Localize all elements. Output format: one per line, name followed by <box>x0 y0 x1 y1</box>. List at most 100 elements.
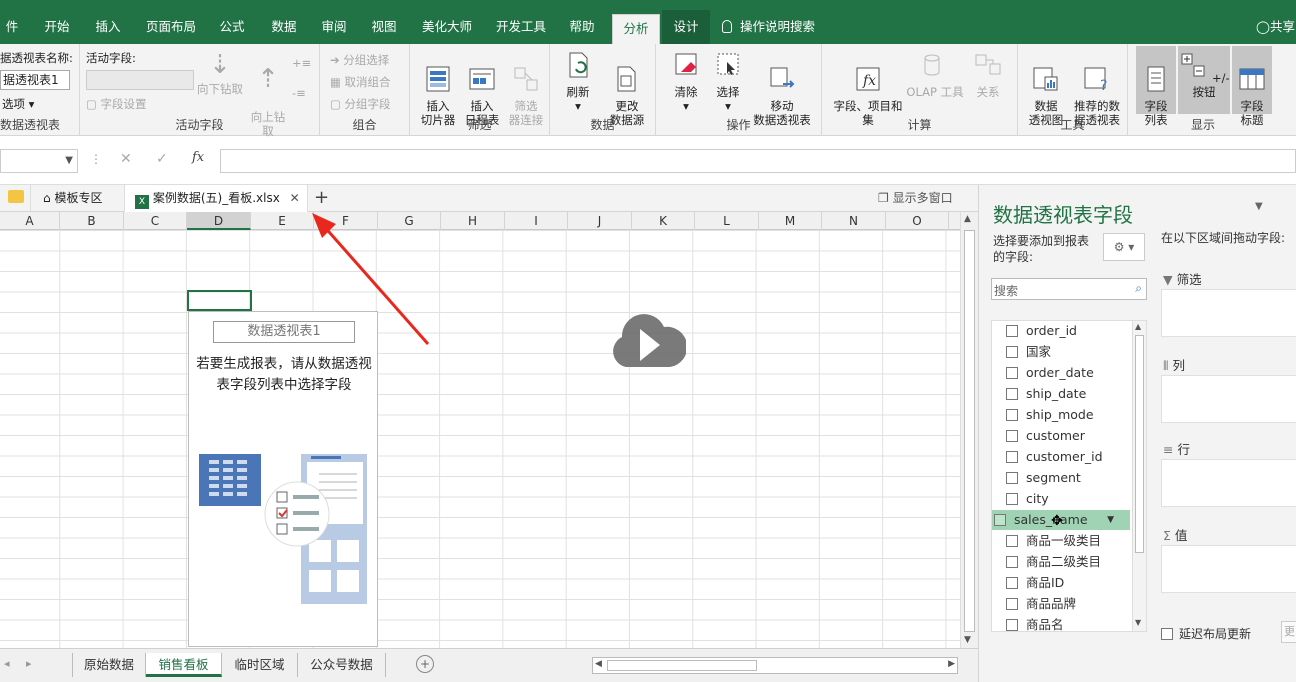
field-list-scrollbar[interactable]: ▲ ▼ <box>1132 321 1146 631</box>
scroll-down-icon[interactable]: ▼ <box>964 635 971 645</box>
field-headers-toggle[interactable]: 字段 标题 <box>1232 46 1272 127</box>
field-item[interactable]: 商品ID <box>1006 573 1144 593</box>
scroll-left-icon[interactable]: ◀ <box>595 659 602 669</box>
pivot-name-input[interactable]: 据透视表1 <box>0 70 70 90</box>
field-item[interactable]: order_date <box>1006 363 1144 383</box>
folder-icon[interactable] <box>8 190 24 203</box>
group-selection-button[interactable]: ➔ 分组选择 <box>330 52 389 68</box>
column-header[interactable]: O <box>886 212 949 230</box>
clear-button[interactable]: 清除 ▾ <box>666 50 706 113</box>
formula-input[interactable] <box>220 149 1296 173</box>
scroll-up-icon[interactable]: ▲ <box>964 214 971 224</box>
column-header[interactable]: M <box>759 212 822 230</box>
add-sheet-button[interactable]: + <box>416 655 434 673</box>
drill-down-button[interactable]: ⇣ 向下钻取 <box>192 50 248 96</box>
multi-window-button[interactable]: ❐ 显示多窗口 <box>878 185 953 211</box>
tab-analyze[interactable]: 分析 <box>612 14 660 44</box>
olap-tools-button[interactable]: OLAP 工具 <box>906 50 964 99</box>
scroll-down-icon[interactable]: ▼ <box>1135 618 1141 627</box>
field-settings-button[interactable]: ▢ 字段设置 <box>86 96 147 112</box>
field-search-input[interactable]: 搜索 ⌕ <box>991 278 1147 300</box>
relationships-button[interactable]: 关系 <box>968 50 1008 99</box>
checkbox[interactable] <box>1006 556 1018 568</box>
video-play-icon[interactable] <box>608 313 686 371</box>
sheet-tab[interactable]: 临时区域 <box>222 653 298 677</box>
area-values[interactable] <box>1161 545 1296 593</box>
name-box[interactable]: ▼ <box>0 149 78 173</box>
tab-beautify[interactable]: 美化大师 <box>412 10 482 44</box>
tab-home[interactable]: 开始 <box>32 10 82 44</box>
checkbox[interactable] <box>1006 535 1018 547</box>
column-header[interactable]: H <box>441 212 505 230</box>
tab-review[interactable]: 审阅 <box>310 10 358 44</box>
sheet-tab[interactable]: 公众号数据 <box>298 653 386 677</box>
field-item[interactable]: 商品二级类目 <box>1006 552 1144 572</box>
options-button[interactable]: 选项 ▾ <box>2 96 34 112</box>
tell-me-search[interactable]: 操作说明搜索 <box>722 10 834 44</box>
column-header[interactable]: I <box>505 212 568 230</box>
checkbox[interactable] <box>1006 598 1018 610</box>
sheet-tab[interactable]: 原始数据 <box>72 653 146 677</box>
pivot-placeholder[interactable]: 数据透视表1 若要生成报表，请从数据透视表字段列表中选择字段 <box>188 311 378 647</box>
field-item[interactable]: 商品品牌 <box>1006 594 1144 614</box>
group-field-button[interactable]: ▢ 分组字段 <box>330 96 391 112</box>
insert-function-icon[interactable]: fx <box>192 150 204 165</box>
column-header[interactable]: K <box>632 212 695 230</box>
field-item[interactable]: 商品一级类目 <box>1006 531 1144 551</box>
tab-formulas[interactable]: 公式 <box>208 10 256 44</box>
field-item[interactable]: customer <box>1006 426 1144 446</box>
tab-view[interactable]: 视图 <box>360 10 408 44</box>
pane-options-icon[interactable]: ▼ <box>1255 201 1263 212</box>
checkbox[interactable] <box>1006 367 1018 379</box>
update-button[interactable]: 更 <box>1281 621 1296 643</box>
column-header[interactable]: C <box>124 212 187 230</box>
column-header[interactable]: L <box>695 212 759 230</box>
tab-help[interactable]: 帮助 <box>558 10 606 44</box>
checkbox[interactable] <box>1006 619 1018 631</box>
checkbox[interactable] <box>1006 325 1018 337</box>
field-item[interactable]: order_id <box>1006 321 1144 341</box>
field-item[interactable]: customer_id <box>1006 447 1144 467</box>
checkbox[interactable] <box>1006 451 1018 463</box>
tab-data[interactable]: 数据 <box>260 10 308 44</box>
tab-page-layout[interactable]: 页面布局 <box>136 10 206 44</box>
tab-workbook[interactable]: X 案例数据(五)_看板.xlsx ✕ <box>124 185 308 212</box>
gear-icon[interactable]: ⚙ ▾ <box>1103 233 1145 261</box>
checkbox[interactable] <box>1006 493 1018 505</box>
scroll-thumb[interactable] <box>964 230 975 632</box>
checkbox[interactable] <box>1006 430 1018 442</box>
field-dropdown-icon[interactable]: ▼ <box>1107 510 1114 530</box>
column-header[interactable]: B <box>60 212 124 230</box>
scroll-thumb[interactable] <box>1135 335 1144 553</box>
scroll-right-icon[interactable]: ▶ <box>948 659 955 669</box>
refresh-button[interactable]: 刷新 ▾ <box>558 50 598 113</box>
selected-cell[interactable] <box>187 290 252 311</box>
expand-field-icon[interactable]: +≡ <box>292 56 311 70</box>
area-rows[interactable] <box>1161 459 1296 507</box>
area-columns[interactable] <box>1161 375 1296 423</box>
checkbox[interactable] <box>1006 346 1018 358</box>
close-tab-icon[interactable]: ✕ <box>290 191 300 205</box>
checkbox[interactable] <box>1161 628 1173 640</box>
column-header[interactable]: D <box>187 212 251 230</box>
column-header[interactable]: A <box>0 212 60 230</box>
column-header[interactable]: N <box>822 212 886 230</box>
checkbox[interactable] <box>1006 577 1018 589</box>
cancel-icon[interactable]: ✕ <box>120 151 132 167</box>
collapse-field-icon[interactable]: -≡ <box>292 86 306 100</box>
worksheet-grid[interactable] <box>0 230 960 648</box>
tab-file[interactable]: 件 <box>0 10 24 44</box>
field-item[interactable]: segment <box>1006 468 1144 488</box>
vertical-scrollbar[interactable]: ▲ ▼ <box>960 212 978 648</box>
checkbox[interactable] <box>1006 409 1018 421</box>
field-item[interactable]: city <box>1006 489 1144 509</box>
sheet-nav-prev-icon[interactable]: ◂ <box>4 657 10 670</box>
defer-update-checkbox[interactable]: 延迟布局更新 <box>1161 625 1251 642</box>
field-item[interactable]: 商品名 <box>1006 615 1144 631</box>
field-item[interactable]: ship_date <box>1006 384 1144 404</box>
sheet-tab-active[interactable]: 销售看板 <box>146 653 222 677</box>
sheet-nav-next-icon[interactable]: ▸ <box>26 657 32 670</box>
field-item[interactable]: 国家 <box>1006 342 1144 362</box>
confirm-icon[interactable]: ✓ <box>156 151 168 167</box>
field-list-toggle[interactable]: 字段 列表 <box>1136 46 1176 127</box>
